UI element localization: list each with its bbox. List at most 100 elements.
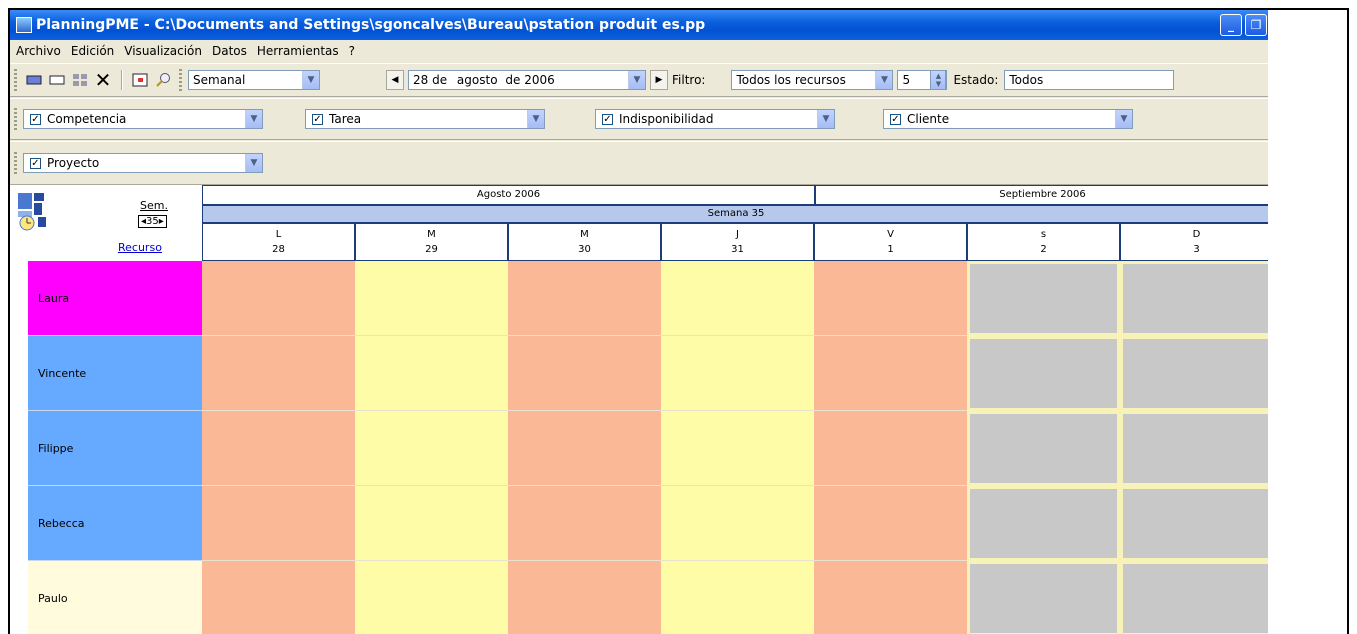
toolbar-grip[interactable]: [14, 69, 17, 91]
resource-cell[interactable]: Paulo: [28, 561, 202, 634]
prev-date-button[interactable]: ◀: [386, 70, 404, 90]
count-stepper[interactable]: 5 ▲ ▼: [897, 70, 948, 90]
tarea-label: Tarea: [329, 112, 362, 126]
planning-cell[interactable]: [355, 261, 508, 336]
planning-cell[interactable]: [202, 486, 355, 561]
menu-edicion[interactable]: Edición: [71, 44, 114, 58]
tarea-filter[interactable]: ✓ Tarea ▼: [305, 109, 545, 129]
planning-cell[interactable]: [814, 261, 967, 336]
delete-icon[interactable]: ✕: [92, 68, 114, 92]
planning-cell[interactable]: [508, 561, 661, 634]
cliente-filter[interactable]: ✓ Cliente ▼: [883, 109, 1133, 129]
planning-cell[interactable]: [967, 486, 1120, 561]
day-header[interactable]: D3: [1120, 223, 1268, 261]
indisponibilidad-filter[interactable]: ✓ Indisponibilidad ▼: [595, 109, 835, 129]
menu-datos[interactable]: Datos: [212, 44, 247, 58]
competencia-filter[interactable]: ✓ Competencia ▼: [23, 109, 263, 129]
arrow-left-icon: ◀: [391, 75, 399, 85]
day-header[interactable]: J 31: [661, 223, 814, 261]
planning-cell[interactable]: [661, 486, 814, 561]
proyecto-filter[interactable]: ✓ Proyecto ▼: [23, 153, 263, 173]
menu-help[interactable]: ?: [349, 44, 355, 58]
chevron-down-icon: ▼: [817, 110, 834, 128]
planning-cell[interactable]: [661, 336, 814, 411]
planning-cell[interactable]: [967, 561, 1120, 634]
window-icon[interactable]: [129, 69, 151, 91]
view-grid-icon[interactable]: [69, 69, 91, 91]
minimize-button[interactable]: _: [1220, 14, 1242, 36]
planning-cell[interactable]: [967, 411, 1120, 486]
toolbar-grip-3[interactable]: [14, 108, 17, 130]
planning-cell[interactable]: [814, 561, 967, 634]
planning-cell[interactable]: [355, 411, 508, 486]
day-header[interactable]: V1: [814, 223, 967, 261]
menu-archivo[interactable]: Archivo: [16, 44, 61, 58]
planning-cell[interactable]: [814, 411, 967, 486]
estado-select[interactable]: Todos: [1004, 70, 1175, 90]
next-date-button[interactable]: ▶: [650, 70, 668, 90]
menu-herramientas[interactable]: Herramientas: [257, 44, 339, 58]
cliente-label: Cliente: [907, 112, 950, 126]
resource-cell[interactable]: Rebecca: [28, 486, 202, 561]
resource-cell[interactable]: Vincente: [28, 336, 202, 411]
planning-cell[interactable]: [202, 336, 355, 411]
planning-cell[interactable]: [508, 411, 661, 486]
filter-select[interactable]: Todos los recursos ▼: [731, 70, 894, 90]
planning-cell[interactable]: [1120, 561, 1268, 634]
planning-cell[interactable]: [202, 561, 355, 634]
day-letter: s: [1040, 229, 1047, 240]
day-letter: V: [887, 229, 894, 240]
planning-cell[interactable]: [508, 261, 661, 336]
planning-cell[interactable]: [1120, 261, 1268, 336]
planning-cell[interactable]: [661, 411, 814, 486]
spin-icon[interactable]: ▲ ▼: [930, 70, 947, 90]
checkbox-checked-icon[interactable]: ✓: [312, 113, 323, 125]
checkbox-checked-icon[interactable]: ✓: [890, 113, 901, 125]
checkbox-checked-icon[interactable]: ✓: [602, 113, 613, 125]
day-header[interactable]: L 28: [202, 223, 355, 261]
checkbox-checked-icon[interactable]: ✓: [30, 157, 41, 169]
planning-cell[interactable]: [967, 261, 1120, 336]
day-header[interactable]: M 29: [355, 223, 508, 261]
toolbar-grip-2[interactable]: [179, 69, 182, 91]
view-day-icon[interactable]: [23, 69, 45, 91]
day-header[interactable]: s2: [967, 223, 1120, 261]
view-select[interactable]: Semanal ▼: [188, 70, 320, 90]
chevron-down-icon: ▼: [1115, 110, 1132, 128]
planning-cell[interactable]: [814, 486, 967, 561]
planning-cell[interactable]: [355, 486, 508, 561]
chevron-down-icon: ▼: [628, 71, 645, 89]
restore-button[interactable]: ❐: [1245, 14, 1267, 36]
app-window: PlanningPME - C:\Documents and Settings\…: [10, 10, 1268, 634]
search-icon[interactable]: [152, 69, 174, 91]
planning-cell[interactable]: [1120, 411, 1268, 486]
planning-cell[interactable]: [202, 261, 355, 336]
planning-cell[interactable]: [1120, 336, 1268, 411]
day-header[interactable]: M 30: [508, 223, 661, 261]
checkbox-checked-icon[interactable]: ✓: [30, 113, 41, 125]
filtro-label: Filtro:: [672, 73, 706, 87]
planning-cell[interactable]: [202, 411, 355, 486]
grid-corner: Sem. ◂35▸ Recurso: [10, 185, 202, 261]
estado-label: Estado:: [953, 73, 999, 87]
planning-cell[interactable]: [1120, 486, 1268, 561]
chevron-down-icon: ▼: [875, 71, 893, 89]
planning-cell[interactable]: [967, 336, 1120, 411]
resource-cell[interactable]: Filippe: [28, 411, 202, 486]
planning-cell[interactable]: [508, 336, 661, 411]
week-stepper[interactable]: ◂35▸: [138, 215, 167, 228]
planning-cell[interactable]: [661, 561, 814, 634]
planning-cell[interactable]: [814, 336, 967, 411]
toolbar-grip-4[interactable]: [14, 152, 17, 174]
planning-cell[interactable]: [355, 561, 508, 634]
date-picker[interactable]: 28 de agosto de 2006 ▼: [408, 70, 646, 90]
planning-cell[interactable]: [508, 486, 661, 561]
view-week-icon[interactable]: [46, 69, 68, 91]
day-number: 29: [425, 244, 438, 255]
sem-link[interactable]: Sem.: [140, 199, 168, 212]
menu-visualizacion[interactable]: Visualización: [124, 44, 202, 58]
planning-cell[interactable]: [355, 336, 508, 411]
resource-cell[interactable]: Laura: [28, 261, 202, 336]
planning-cell[interactable]: [661, 261, 814, 336]
recurso-sort-link[interactable]: Recurso: [118, 241, 162, 254]
